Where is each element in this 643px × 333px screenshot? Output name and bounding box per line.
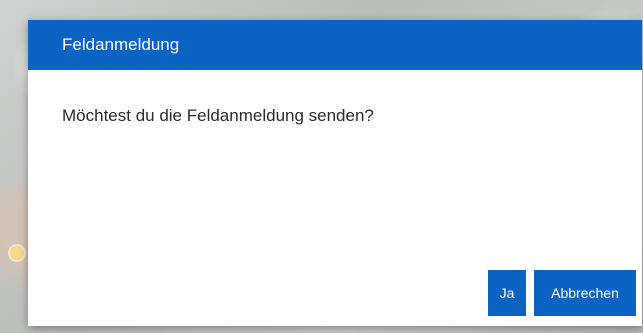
dialog-message: Möchtest du die Feldanmeldung senden? [62, 106, 374, 125]
confirm-button[interactable]: Ja [488, 270, 526, 316]
dialog-actions: Ja Abbrechen [488, 270, 636, 316]
map-marker-icon [10, 246, 24, 260]
dialog-body: Möchtest du die Feldanmeldung senden? [28, 70, 642, 126]
dialog-title: Feldanmeldung [62, 35, 180, 54]
dialog-header: Feldanmeldung [28, 20, 642, 70]
confirm-dialog: Feldanmeldung Möchtest du die Feldanmeld… [28, 20, 642, 326]
cancel-button[interactable]: Abbrechen [534, 270, 636, 316]
